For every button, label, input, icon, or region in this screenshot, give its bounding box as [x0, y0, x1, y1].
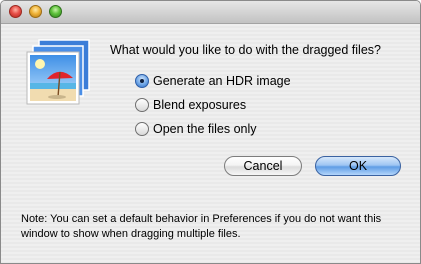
radio-button[interactable] [135, 98, 149, 112]
dialog-question: What would you like to do with the dragg… [110, 43, 381, 57]
dialog-window: What would you like to do with the dragg… [0, 0, 421, 264]
stacked-photos-icon [26, 39, 90, 105]
option-label: Generate an HDR image [153, 74, 291, 88]
note-text: Note: You can set a default behavior in … [21, 213, 382, 240]
option-blend-exposures[interactable]: Blend exposures [135, 97, 246, 113]
zoom-window-button[interactable] [49, 5, 62, 18]
option-label: Open the files only [153, 122, 257, 136]
cancel-button[interactable]: Cancel [224, 156, 302, 176]
title-bar[interactable] [1, 1, 420, 24]
option-generate-hdr[interactable]: Generate an HDR image [135, 73, 291, 89]
minimize-window-button[interactable] [29, 5, 42, 18]
close-window-button[interactable] [9, 5, 22, 18]
radio-button[interactable] [135, 74, 149, 88]
dialog-content: What would you like to do with the dragg… [1, 24, 420, 263]
option-open-files-only[interactable]: Open the files only [135, 121, 257, 137]
option-label: Blend exposures [153, 98, 247, 112]
ok-button[interactable]: OK [315, 156, 401, 176]
radio-button[interactable] [135, 122, 149, 136]
